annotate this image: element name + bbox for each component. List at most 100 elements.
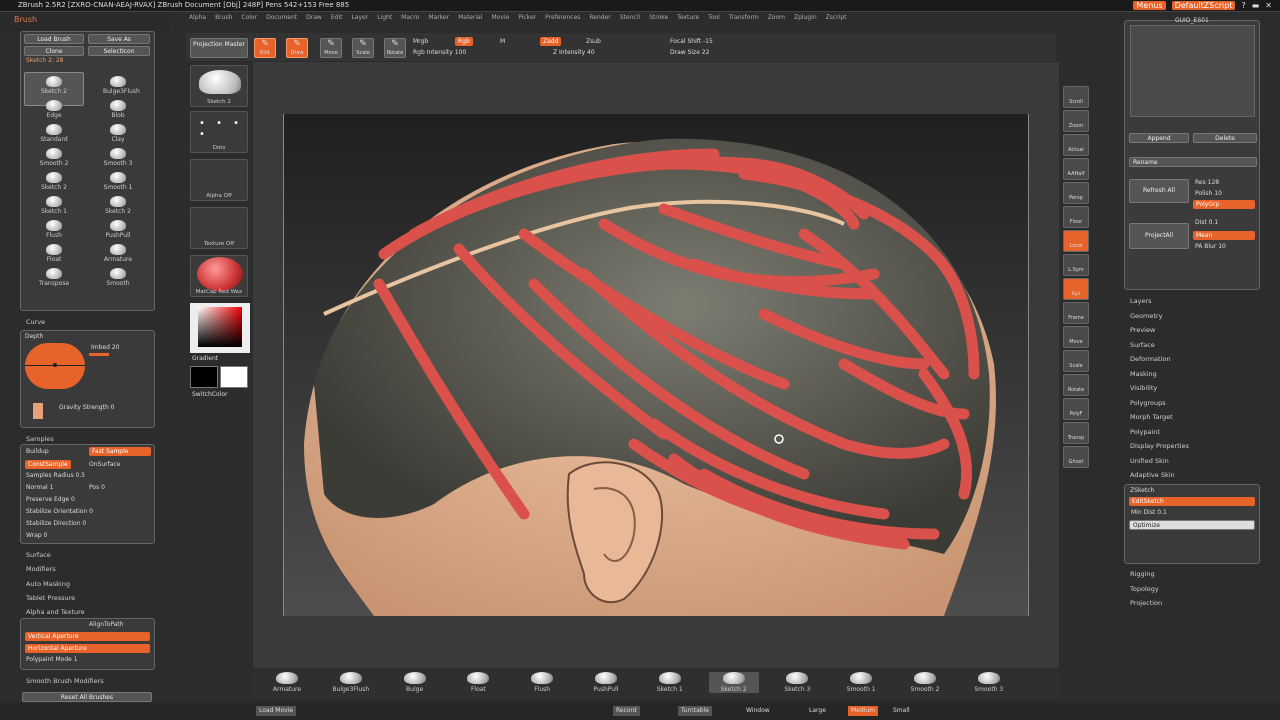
menu-zplugin[interactable]: Zplugin [794,14,817,23]
optimize-button[interactable]: Optimize [1129,520,1255,530]
main-color-swatch[interactable] [220,366,248,388]
color-picker[interactable] [190,303,250,353]
rename-button[interactable]: Rename [1129,157,1257,167]
section-layers[interactable]: Layers [1130,297,1152,305]
menu-texture[interactable]: Texture [677,14,699,23]
brush-item[interactable]: Sketch 2 [39,76,69,95]
brush-item[interactable]: Edge [39,100,69,119]
menu-stencil[interactable]: Stencil [620,14,640,23]
depth-gauge[interactable] [25,343,85,389]
brush-item[interactable]: Smooth [103,268,133,287]
section-rigging[interactable]: Rigging [1130,570,1155,578]
menu-zoom[interactable]: Zoom [768,14,785,23]
pos-slider[interactable]: Pos 0 [89,484,105,491]
brush-item[interactable]: Sketch 1 [39,196,69,215]
gradient-toggle[interactable]: Gradient [192,355,218,362]
append-button[interactable]: Append [1129,133,1189,143]
tool-actual[interactable]: Actual [1063,134,1089,156]
delete-button[interactable]: Delete [1193,133,1257,143]
menu-macro[interactable]: Macro [401,14,419,23]
stabilize-orientation-slider[interactable]: Stabilize Orientation 0 [26,508,93,515]
zadd-button[interactable]: Zadd [540,37,562,46]
dist-slider[interactable]: Dist 0.1 [1195,219,1218,226]
save-as-button[interactable]: Save As [88,34,150,44]
menu-alpha[interactable]: Alpha [189,14,206,23]
mrgb-button[interactable]: Mrgb [413,38,428,45]
bottom-brush-item[interactable]: Sketch 3 [772,672,822,693]
small-button[interactable]: Small [890,706,913,716]
tool-scale[interactable]: Scale [1063,350,1089,372]
menu-picker[interactable]: Picker [518,14,536,23]
align-to-path-button[interactable]: AlignToPath [89,621,124,628]
res-slider[interactable]: Res 128 [1195,179,1219,186]
reset-brushes-button[interactable]: Reset All Brushes [22,692,152,702]
bottom-brush-item[interactable]: Flush [517,672,567,693]
menu-tool[interactable]: Tool [708,14,720,23]
wrap-slider[interactable]: Wrap 0 [26,532,47,539]
menu-brush[interactable]: Brush [215,14,232,23]
stabilize-direction-slider[interactable]: Stabilize Direction 0 [26,520,86,527]
brush-item[interactable]: Bulge3Flush [103,76,140,95]
brush-item[interactable]: Smooth 1 [103,172,133,191]
pa-blur-slider[interactable]: PA Blur 10 [1195,243,1226,250]
auto-masking-section[interactable]: Auto Masking [26,580,70,588]
tool-scroll[interactable]: Scroll [1063,86,1089,108]
large-button[interactable]: Large [806,706,829,716]
brush-item[interactable]: Standard [39,124,69,143]
tool-rotate[interactable]: Rotate [1063,374,1089,396]
brush-item[interactable]: Blob [103,100,133,119]
section-polygroups[interactable]: Polygroups [1130,399,1166,407]
selection-button[interactable]: SelectIcon [88,46,150,56]
section-morph-target[interactable]: Morph Target [1130,413,1173,421]
tool-lsym[interactable]: L.Sym [1063,254,1089,276]
subtool-list[interactable] [1130,25,1255,117]
menu-draw[interactable]: Draw [306,14,322,23]
samples-section[interactable]: Samples [26,435,54,443]
tool-edit[interactable]: ✎ Edit [254,38,276,58]
load-movie-button[interactable]: Load Movie [256,706,297,716]
tool-transp[interactable]: Transp [1063,422,1089,444]
rgb-button[interactable]: Rgb [455,37,473,46]
project-all-button[interactable]: ProjectAll [1129,223,1189,249]
brush-item[interactable]: Flush [39,220,69,239]
default-zscript-button[interactable]: DefaultZScript [1171,1,1236,10]
menu-light[interactable]: Light [377,14,392,23]
turntable-button[interactable]: Turntable [678,706,712,716]
menus-toggle[interactable]: Menus [1133,1,1166,10]
menu-stroke[interactable]: Stroke [649,14,668,23]
z-intensity-slider[interactable]: Z Intensity 40 [553,49,595,56]
tool-floor[interactable]: Floor [1063,206,1089,228]
buildup-button[interactable]: Buildup [26,448,49,455]
rgb-intensity-slider[interactable]: Rgb Intensity 100 [413,49,466,56]
medium-button[interactable]: Medium [848,706,878,716]
brush-item[interactable]: Sketch 2 [39,172,69,191]
tool-persp[interactable]: Persp [1063,182,1089,204]
section-projection[interactable]: Projection [1130,599,1162,607]
section-unified-skin[interactable]: Unified Skin [1130,457,1169,465]
refresh-all-button[interactable]: Refresh All [1129,179,1189,203]
menu-transform[interactable]: Transform [729,14,759,23]
menu-material[interactable]: Material [458,14,482,23]
mean-button[interactable]: Mean [1193,231,1255,240]
menu-layer[interactable]: Layer [351,14,368,23]
polypaint-mode-slider[interactable]: Polypaint Mode 1 [26,656,78,663]
min-dist-slider[interactable]: Min Dist 0.1 [1131,509,1167,516]
smooth-modifiers-section[interactable]: Smooth Brush Modifiers [26,677,104,685]
menu-edit[interactable]: Edit [331,14,343,23]
bottom-brush-item[interactable]: Bulge3Flush [326,672,376,693]
fast-sample-button[interactable]: Fast Sample [89,447,151,456]
tool-frame[interactable]: Frame [1063,302,1089,324]
tool-xyz[interactable]: Xyz [1063,278,1089,300]
vertical-aperture-slider[interactable]: Vertical Aperture [25,632,150,641]
section-display-properties[interactable]: Display Properties [1130,442,1189,450]
alpha-thumbnail[interactable]: Alpha Off [190,159,248,201]
bottom-brush-item[interactable]: Float [453,672,503,693]
brush-item[interactable]: Clay [103,124,133,143]
menu-marker[interactable]: Marker [428,14,449,23]
section-preview[interactable]: Preview [1130,326,1155,334]
tool-move[interactable]: ✎ Move [320,38,342,58]
horizontal-aperture-slider[interactable]: Horizontal Aperture [25,644,150,653]
samples-radius-slider[interactable]: Samples Radius 0.5 [26,472,85,479]
zsub-button[interactable]: Zsub [586,38,601,45]
secondary-color-swatch[interactable] [190,366,218,388]
